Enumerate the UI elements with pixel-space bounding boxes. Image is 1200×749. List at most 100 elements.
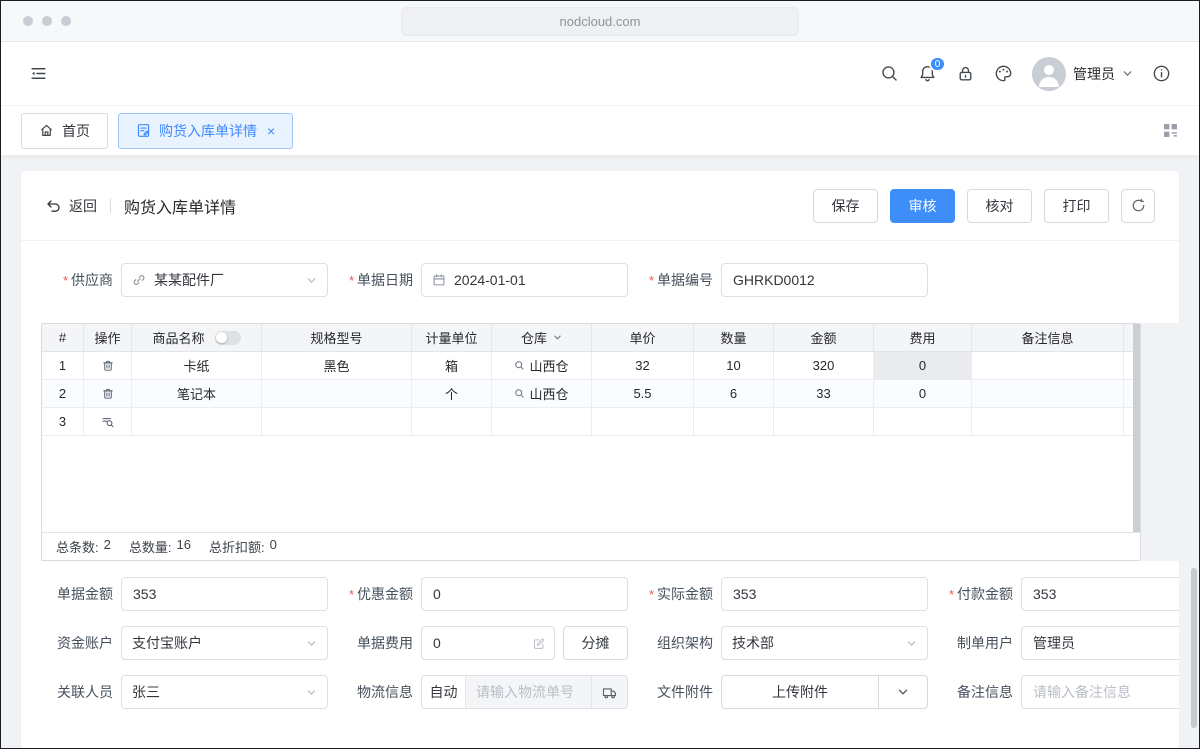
cell-note[interactable] — [972, 352, 1124, 379]
menu-unfold-icon[interactable] — [29, 64, 48, 83]
order-fee-label: 单据费用 — [341, 633, 413, 653]
discount-amount-input[interactable] — [421, 577, 628, 611]
document-icon — [136, 123, 151, 138]
cell-note[interactable] — [972, 380, 1124, 407]
cell-note[interactable] — [972, 408, 1124, 435]
back-button[interactable]: 返回 — [45, 196, 97, 216]
chevron-down-icon — [306, 687, 317, 698]
notification-badge: 0 — [929, 56, 946, 72]
edit-icon[interactable] — [532, 637, 545, 650]
trash-icon[interactable] — [101, 387, 115, 401]
home-icon — [39, 123, 54, 138]
magnifier-icon — [514, 360, 525, 371]
cell-spec[interactable] — [262, 380, 412, 407]
traffic-light-dot[interactable] — [61, 16, 71, 26]
name-column-toggle[interactable] — [215, 331, 241, 345]
logistics-mode[interactable]: 自动 — [422, 676, 466, 708]
layout-grid-icon[interactable] — [1162, 122, 1179, 139]
save-button[interactable]: 保存 — [813, 189, 878, 223]
fund-account-select[interactable]: 支付宝账户 — [121, 626, 328, 660]
table-gutter — [1141, 323, 1179, 561]
row-index: 1 — [42, 352, 84, 379]
calendar-icon — [432, 273, 446, 287]
cell-unit[interactable]: 箱 — [412, 352, 492, 379]
tab-current-label: 购货入库单详情 — [159, 121, 257, 141]
cell-spec[interactable]: 黑色 — [262, 352, 412, 379]
traffic-light-dot[interactable] — [23, 16, 33, 26]
order-amount-input[interactable] — [121, 577, 328, 611]
supplier-select[interactable]: 某某配件厂 — [121, 263, 328, 297]
col-warehouse[interactable]: 仓库 — [492, 324, 592, 351]
cell-warehouse[interactable] — [492, 408, 592, 435]
cell-price[interactable]: 32 — [592, 352, 694, 379]
creator-input[interactable] — [1021, 626, 1179, 660]
address-bar[interactable]: nodcloud.com — [401, 7, 799, 36]
share-fee-button[interactable]: 分摊 — [563, 626, 628, 660]
date-value: 2024-01-01 — [454, 272, 617, 288]
cell-name[interactable] — [132, 408, 262, 435]
cell-amount[interactable] — [774, 408, 874, 435]
cell-warehouse[interactable]: 山西仓 — [492, 352, 592, 379]
cell-fee[interactable] — [874, 408, 972, 435]
date-picker[interactable]: 2024-01-01 — [421, 263, 628, 297]
cell-fee[interactable]: 0 — [874, 380, 972, 407]
fund-account-value: 支付宝账户 — [132, 633, 300, 653]
tab-bar: 首页 购货入库单详情 × — [1, 106, 1199, 156]
table-summary: 总条数:2 总数量:16 总折扣额:0 — [42, 532, 1140, 560]
organization-select[interactable]: 技术部 — [721, 626, 928, 660]
cell-qty[interactable]: 10 — [694, 352, 774, 379]
tab-home[interactable]: 首页 — [21, 113, 108, 149]
truck-icon[interactable] — [591, 676, 627, 708]
traffic-light-dot[interactable] — [42, 16, 52, 26]
order-number-input[interactable] — [721, 263, 928, 297]
row-index: 2 — [42, 380, 84, 407]
cell-price[interactable] — [592, 408, 694, 435]
audit-button[interactable]: 审核 — [890, 189, 955, 223]
cell-warehouse[interactable]: 山西仓 — [492, 380, 592, 407]
chevron-down-icon — [553, 333, 562, 342]
cell-spec[interactable] — [262, 408, 412, 435]
tab-purchase-inbound-detail[interactable]: 购货入库单详情 × — [118, 113, 293, 149]
cell-qty[interactable]: 6 — [694, 380, 774, 407]
search-icon[interactable] — [880, 64, 899, 83]
page-scrollbar[interactable] — [1191, 568, 1197, 728]
cell-amount[interactable]: 33 — [774, 380, 874, 407]
cell-fee[interactable]: 0 — [874, 352, 972, 379]
info-icon[interactable] — [1152, 64, 1171, 83]
footer-form: 单据金额 *优惠金额 *实际金额 *付款金额 资金账户 支付宝账户 — [21, 577, 1179, 709]
bell-icon[interactable]: 0 — [918, 64, 937, 83]
close-icon[interactable]: × — [267, 123, 275, 139]
col-amount: 金额 — [774, 324, 874, 351]
related-person-value: 张三 — [132, 682, 300, 702]
palette-icon[interactable] — [994, 64, 1013, 83]
search-product-icon[interactable] — [100, 414, 115, 429]
cell-price[interactable]: 5.5 — [592, 380, 694, 407]
trash-icon[interactable] — [101, 359, 115, 373]
check-button[interactable]: 核对 — [967, 189, 1032, 223]
cell-amount[interactable]: 320 — [774, 352, 874, 379]
col-op: 操作 — [84, 324, 132, 351]
refresh-button[interactable] — [1121, 189, 1155, 223]
actual-amount-input[interactable] — [721, 577, 928, 611]
logistics-number-input[interactable]: 请输入物流单号 — [466, 676, 591, 708]
browser-chrome: nodcloud.com — [1, 1, 1199, 42]
cell-name[interactable]: 笔记本 — [132, 380, 262, 407]
print-button[interactable]: 打印 — [1044, 189, 1109, 223]
attachment-dropdown-button[interactable] — [879, 676, 927, 708]
chevron-down-icon — [306, 638, 317, 649]
remark-input[interactable] — [1021, 675, 1179, 709]
cell-name[interactable]: 卡纸 — [132, 352, 262, 379]
cell-unit[interactable] — [412, 408, 492, 435]
magnifier-icon — [514, 388, 525, 399]
divider — [110, 198, 111, 213]
related-person-select[interactable]: 张三 — [121, 675, 328, 709]
page-title: 购货入库单详情 — [124, 194, 236, 218]
upload-attachment-button[interactable]: 上传附件 — [722, 676, 878, 708]
col-unit: 计量单位 — [412, 324, 492, 351]
table-scrollbar[interactable] — [1133, 324, 1140, 532]
lock-icon[interactable] — [956, 64, 975, 83]
cell-qty[interactable] — [694, 408, 774, 435]
cell-unit[interactable]: 个 — [412, 380, 492, 407]
payment-amount-input[interactable] — [1021, 577, 1179, 611]
user-menu[interactable]: 管理员 — [1032, 57, 1133, 91]
